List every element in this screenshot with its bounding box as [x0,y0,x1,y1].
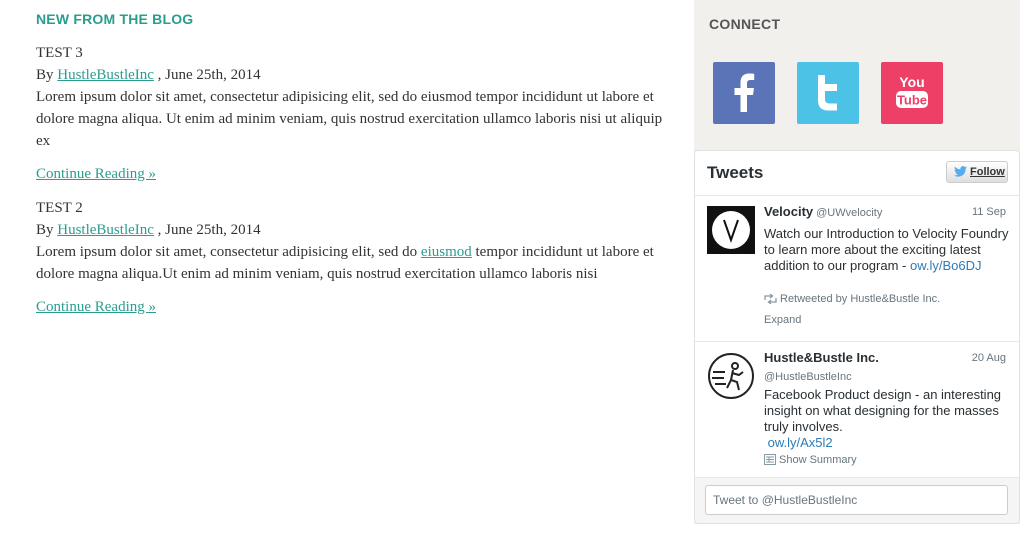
follow-label: Follow [970,166,1005,178]
facebook-link[interactable] [713,62,775,124]
continue-reading: Continue Reading » [36,296,676,318]
post-body-link[interactable]: eiusmod [421,244,472,260]
post-author-link[interactable]: HustleBustleInc [57,222,154,238]
twitter-bird-icon [954,166,967,177]
widget-title: Tweets [707,163,764,182]
tweet-text: Facebook Product design - an interesting… [764,387,1009,451]
post-by: By [36,67,58,83]
tweet-author[interactable]: Hustle&Bustle Inc. [764,350,879,365]
tweet-link[interactable]: ow.ly/Ax5l2 [768,435,833,450]
tweet-date[interactable]: 11 Sep [972,206,1006,218]
blog-heading: NEW FROM THE BLOG [36,11,194,27]
post-body: Lorem ipsum dolor sit amet, consectetur … [36,89,663,149]
tweet-compose-bar: Tweet to @HustleBustleInc [695,477,1019,523]
retweet-label: Retweeted by Hustle&Bustle Inc. [780,293,941,305]
widget-header: Tweets Follow [695,151,1019,196]
velocity-avatar[interactable] [707,206,755,254]
sidebar: CONNECT You Tube Tweets Follow Velocity … [694,0,1020,524]
show-summary-label: Show Summary [779,454,857,466]
post-meta: By HustleBustleInc , June 25th, 2014 [36,64,676,86]
continue-reading-link[interactable]: Continue Reading » [36,166,156,182]
twitter-link[interactable] [797,62,859,124]
post-meta: By HustleBustleInc , June 25th, 2014 [36,219,676,241]
expand-action[interactable]: Expand [764,314,801,326]
continue-reading: Continue Reading » [36,163,676,185]
retweet-info: Retweeted by Hustle&Bustle Inc. [764,293,940,305]
show-summary-action[interactable]: Show Summary [764,454,857,466]
post-by: By [36,222,58,238]
facebook-icon [734,73,755,112]
youtube-link[interactable]: You Tube [881,62,943,124]
post-title: TEST 2 [36,200,83,216]
summary-card-icon [764,454,776,465]
hustle-bustle-avatar[interactable] [707,352,755,400]
twitter-timeline-widget: Tweets Follow Velocity @UWvelocity 11 Sep… [694,150,1020,524]
continue-reading-link[interactable]: Continue Reading » [36,299,156,315]
tweet-link[interactable]: ow.ly/Bo6DJ [910,258,982,273]
tweet-text: Watch our Introduction to Velocity Found… [764,226,1009,274]
tweet-compose-input[interactable]: Tweet to @HustleBustleInc [705,485,1008,515]
youtube-icon: You Tube [896,74,928,108]
tweet-date[interactable]: 20 Aug [972,352,1006,364]
post-author-link[interactable]: HustleBustleInc [57,67,154,83]
tweet-author-name: Velocity [764,204,814,219]
svg-text:You: You [899,74,924,90]
follow-button[interactable]: Follow [946,161,1008,183]
tweet: Hustle&Bustle Inc. @HustleBustleInc 20 A… [695,342,1019,482]
post-body-text: Lorem ipsum dolor sit amet, consectetur … [36,244,421,260]
tweet-author-handle[interactable]: @HustleBustleInc [764,371,852,383]
tweet-author-name: Hustle&Bustle Inc. [764,350,879,365]
twitter-icon [818,75,837,111]
post-title: TEST 3 [36,45,83,61]
tweet-author-handle: @UWvelocity [816,207,883,219]
tweet-author[interactable]: Velocity @UWvelocity [764,204,882,219]
post-date: , June 25th, 2014 [153,67,261,83]
blog-post: TEST 3 By HustleBustleInc , June 25th, 2… [36,42,676,185]
svg-text:Tube: Tube [897,93,927,108]
blog-post: TEST 2 By HustleBustleInc , June 25th, 2… [36,197,676,318]
connect-title: CONNECT [709,16,781,32]
post-date: , June 25th, 2014 [153,222,261,238]
tweet: Velocity @UWvelocity 11 Sep Watch our Int… [695,196,1019,342]
post-body: Lorem ipsum dolor sit amet, consectetur … [36,241,676,285]
tweet-text-body: Facebook Product design - an interesting… [764,387,1002,434]
retweet-icon [764,294,777,304]
